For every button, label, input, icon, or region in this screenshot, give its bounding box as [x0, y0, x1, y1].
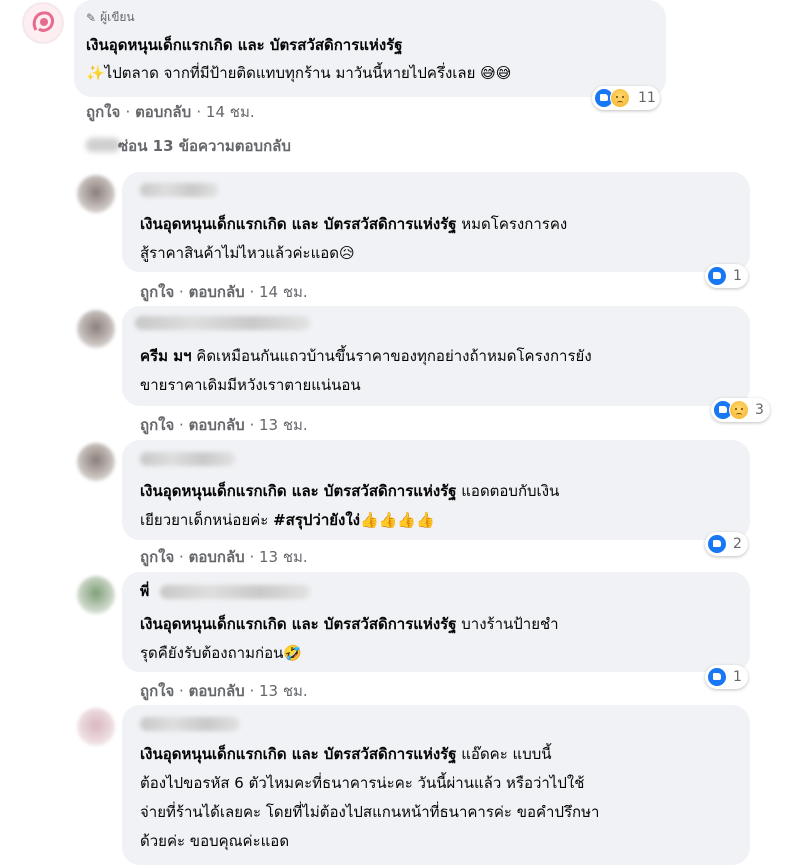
tagged-user[interactable]: ครีม มฯ — [140, 347, 192, 365]
reply-link[interactable]: ตอบกลับ — [135, 103, 191, 121]
reply-text: เงินอุดหนุนเด็กแรกเกิด และ บัตรสวัสดิการ… — [140, 215, 568, 233]
reply-link[interactable]: ตอบกลับ — [189, 416, 245, 434]
reaction-count: 11 — [638, 90, 656, 106]
reply-actions: ถูกใจ · ตอบกลับ · 14 ชม. — [140, 283, 308, 301]
reply-text-line2: สู้ราคาสินค้าไม่ไหวแล้วค่ะแอด😥 — [140, 244, 355, 262]
reply-reactions[interactable]: 1 — [705, 665, 748, 689]
reply-avatar[interactable] — [77, 708, 115, 746]
hide-replies-link[interactable]: ซ่อน 13 ข้อความตอบกลับ — [118, 134, 291, 158]
sad-reaction-icon — [729, 400, 749, 420]
reaction-count: 1 — [733, 669, 742, 685]
like-link[interactable]: ถูกใจ — [140, 548, 174, 566]
reply-author-name[interactable] — [140, 717, 240, 731]
reply-author-prefix[interactable]: พี่ — [140, 583, 149, 601]
reaction-count: 2 — [733, 536, 742, 552]
reply-link[interactable]: ตอบกลับ — [189, 548, 245, 566]
reply-reactions[interactable]: 2 — [705, 532, 748, 556]
reply-avatar[interactable] — [77, 310, 115, 348]
author-badge-label: ผู้เขียน — [100, 10, 135, 24]
reply-author-name[interactable] — [160, 585, 310, 599]
like-reaction-icon — [707, 266, 727, 286]
top-comment-reactions[interactable]: 11 — [592, 86, 660, 110]
reply-actions: ถูกใจ · ตอบกลับ · 13 ชม. — [140, 548, 308, 566]
hide-replies-blur — [86, 138, 120, 152]
reply-author-name[interactable] — [135, 316, 310, 330]
reply-text: เงินอุดหนุนเด็กแรกเกิด และ บัตรสวัสดิการ… — [140, 615, 559, 633]
reply-avatar[interactable] — [77, 443, 115, 481]
top-comment-text: ✨ไปตลาด จากที่มีป้ายติดแทบทุกร้าน มาวันน… — [86, 64, 512, 82]
tagged-page[interactable]: เงินอุดหนุนเด็กแรกเกิด และ บัตรสวัสดิการ… — [140, 615, 457, 633]
reply-avatar[interactable] — [77, 175, 115, 213]
timestamp[interactable]: 13 ชม. — [259, 548, 308, 566]
reply-avatar[interactable] — [77, 576, 115, 614]
reply-author-name[interactable] — [140, 452, 235, 466]
reply-text-line2: ขายราคาเดิมมีหวังเราตายแน่นอน — [140, 376, 361, 394]
reply-link[interactable]: ตอบกลับ — [189, 283, 245, 301]
reply-text-line2: ต้องไปขอรหัส 6 ตัวไหมคะที่ธนาคารน่ะคะ วั… — [140, 774, 585, 792]
like-link[interactable]: ถูกใจ — [140, 283, 174, 301]
timestamp[interactable]: 14 ชม. — [259, 283, 308, 301]
like-reaction-icon — [707, 534, 727, 554]
like-link[interactable]: ถูกใจ — [140, 682, 174, 700]
reply-text-line4: ด้วยค่ะ ขอบคุณค่ะแอด — [140, 832, 290, 850]
timestamp[interactable]: 14 ชม. — [206, 103, 255, 121]
author-avatar[interactable] — [22, 2, 64, 44]
reply-actions: ถูกใจ · ตอบกลับ · 13 ชม. — [140, 682, 308, 700]
tagged-page[interactable]: เงินอุดหนุนเด็กแรกเกิด และ บัตรสวัสดิการ… — [140, 215, 457, 233]
like-link[interactable]: ถูกใจ — [140, 416, 174, 434]
like-reaction-icon — [707, 667, 727, 687]
reply-text-line2: รุดคืยังรับต้องถามก่อน🤣 — [140, 644, 303, 662]
reply-text-line3: จ่ายที่ร้านได้เลยคะ โดยที่ไม่ต้องไปสแกนห… — [140, 803, 600, 821]
reply-text-line2: เยียวยาเด็กหน่อยค่ะ #สรุปว่ายังใง่👍👍👍👍 — [140, 511, 435, 529]
reply-actions: ถูกใจ · ตอบกลับ · 13 ชม. — [140, 416, 308, 434]
reaction-count: 1 — [733, 268, 742, 284]
top-comment-actions: ถูกใจ · ตอบกลับ · 14 ชม. — [86, 103, 255, 121]
pencil-icon: ✎ — [86, 10, 97, 25]
sad-reaction-icon — [610, 88, 630, 108]
reply-link[interactable]: ตอบกลับ — [189, 682, 245, 700]
reply-reactions[interactable]: 3 — [711, 398, 770, 422]
author-badge: ✎ ผู้เขียน — [86, 8, 135, 27]
reply-author-name[interactable] — [140, 183, 218, 197]
top-comment-page-name[interactable]: เงินอุดหนุนเด็กแรกเกิด และ บัตรสวัสดิการ… — [86, 33, 403, 57]
reply-text: เงินอุดหนุนเด็กแรกเกิด และ บัตรสวัสดิการ… — [140, 745, 552, 763]
timestamp[interactable]: 13 ชม. — [259, 416, 308, 434]
hashtag-link[interactable]: #สรุปว่ายังใง่ — [273, 511, 360, 529]
tagged-page[interactable]: เงินอุดหนุนเด็กแรกเกิด และ บัตรสวัสดิการ… — [140, 745, 457, 763]
tagged-page[interactable]: เงินอุดหนุนเด็กแรกเกิด และ บัตรสวัสดิการ… — [140, 482, 457, 500]
reply-reactions[interactable]: 1 — [705, 264, 748, 288]
timestamp[interactable]: 13 ชม. — [259, 682, 308, 700]
reaction-count: 3 — [755, 402, 764, 418]
reply-text: เงินอุดหนุนเด็กแรกเกิด และ บัตรสวัสดิการ… — [140, 482, 560, 500]
page-logo-icon — [24, 4, 62, 42]
reply-text: ครีม มฯ คิดเหมือนกันแถวบ้านขึ้นราคาของทุ… — [140, 347, 592, 365]
like-link[interactable]: ถูกใจ — [86, 103, 120, 121]
